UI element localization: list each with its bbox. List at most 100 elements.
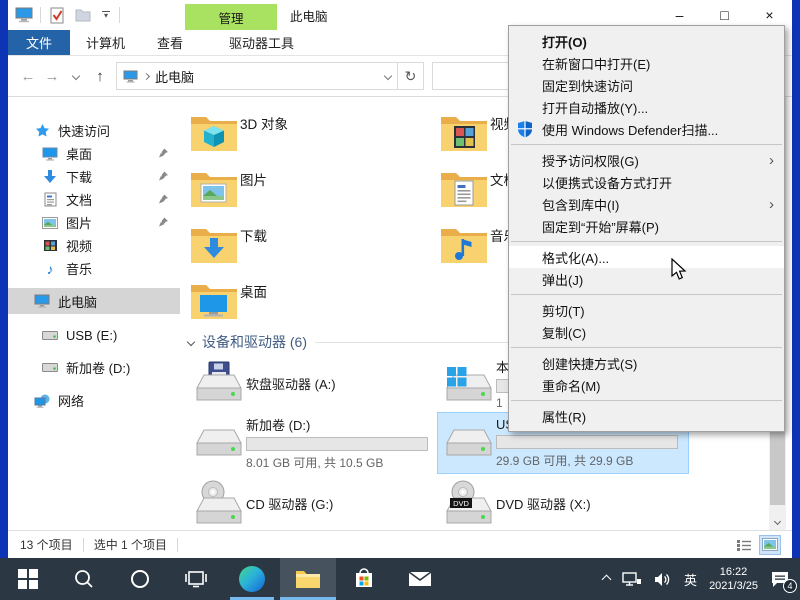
tab-view[interactable]: 查看 — [141, 30, 199, 55]
sidebar-item-quick-access[interactable]: 快速访问 — [8, 119, 180, 142]
taskbar-edge-button[interactable] — [224, 558, 280, 600]
cortana-button[interactable] — [112, 558, 168, 600]
tab-file[interactable]: 文件 — [8, 30, 70, 55]
customize-qat-dropdown-icon[interactable]: ▾ — [99, 11, 113, 19]
notification-badge: 4 — [783, 579, 797, 593]
windows-logo-icon — [18, 569, 38, 589]
folder-tile-downloads[interactable]: 下载 — [188, 217, 438, 273]
menu-item-pin-quick-access[interactable]: 固定到快速访问 — [509, 74, 784, 96]
folder-tile-3d-objects[interactable]: 3D 对象 — [188, 105, 438, 161]
mail-icon — [408, 570, 432, 588]
menu-separator — [511, 144, 782, 145]
properties-button[interactable] — [47, 5, 67, 25]
search-icon — [73, 568, 95, 590]
up-button[interactable]: ↑ — [88, 63, 112, 89]
ime-indicator[interactable]: 英 — [684, 570, 697, 589]
drive-tile-dvd-x[interactable]: DVD DVD 驱动器 (X:) — [438, 473, 688, 530]
navigation-pane: 快速访问 桌面 下载 文档 图片 — [8, 97, 180, 530]
menu-item-open-new-window[interactable]: 在新窗口中打开(E) — [509, 52, 784, 74]
sidebar-item-pictures[interactable]: 图片 — [8, 211, 180, 234]
task-view-button[interactable] — [168, 558, 224, 600]
sidebar-item-documents[interactable]: 文档 — [8, 188, 180, 211]
back-button[interactable]: ← — [16, 63, 40, 89]
menu-item-copy[interactable]: 复制(C) — [509, 321, 784, 343]
sidebar-item-this-pc[interactable]: 此电脑 — [8, 288, 180, 314]
sidebar-item-usb-e[interactable]: USB (E:) — [8, 324, 180, 347]
store-icon — [353, 568, 375, 590]
this-pc-icon — [123, 70, 138, 83]
tab-drive-tools[interactable]: 驱动器工具 — [213, 30, 310, 55]
hard-drive-icon — [192, 426, 246, 460]
folder-downloads-icon — [188, 225, 240, 265]
section-collapse-chevron-icon[interactable] — [187, 338, 195, 346]
menu-item-portable-device[interactable]: 以便携式设备方式打开 — [509, 171, 784, 193]
quick-access-star-icon — [34, 123, 50, 139]
menu-separator — [511, 347, 782, 348]
menu-item-autoplay[interactable]: 打开自动播放(Y)... — [509, 96, 784, 118]
drive-tile-floppy-a[interactable]: 软盘驱动器 (A:) — [188, 353, 438, 413]
menu-item-properties[interactable]: 属性(R) — [509, 405, 784, 427]
network-icon — [34, 393, 50, 409]
window-system-icon[interactable] — [14, 5, 34, 25]
menu-item-pin-to-start[interactable]: 固定到“开始”屏幕(P) — [509, 215, 784, 237]
drive-icon — [42, 328, 58, 344]
video-icon — [42, 238, 58, 254]
sidebar-item-downloads[interactable]: 下载 — [8, 165, 180, 188]
recent-locations-dropdown-icon[interactable] — [64, 63, 88, 89]
menu-separator — [511, 294, 782, 295]
sidebar-item-network[interactable]: 网络 — [8, 389, 180, 412]
selected-count: 选中 1 个项目 — [94, 536, 167, 553]
clock-date: 2021/3/25 — [709, 579, 758, 593]
pin-icon — [159, 215, 180, 230]
taskbar-clock[interactable]: 16:22 2021/3/25 — [709, 565, 758, 594]
submenu-arrow-icon: › — [769, 197, 774, 212]
sidebar-item-videos[interactable]: 视频 — [8, 234, 180, 257]
menu-item-grant-access[interactable]: 授予访问权限(G)› — [509, 149, 784, 171]
system-tray: 英 16:22 2021/3/25 4 — [603, 558, 800, 600]
taskbar-mail-button[interactable] — [392, 558, 448, 600]
contextual-tab-group-manage[interactable]: 管理 — [185, 4, 277, 30]
refresh-button[interactable]: ↻ — [398, 62, 424, 90]
menu-item-format[interactable]: 格式化(A)... — [509, 246, 784, 268]
address-bar[interactable]: 此电脑 — [116, 62, 398, 90]
task-view-icon — [185, 570, 207, 588]
sidebar-item-desktop[interactable]: 桌面 — [8, 142, 180, 165]
new-folder-button[interactable] — [73, 5, 93, 25]
show-hidden-icons-chevron[interactable] — [603, 570, 610, 588]
desktop-icon — [42, 146, 58, 162]
tab-computer[interactable]: 计算机 — [70, 30, 141, 55]
menu-item-include-in-library[interactable]: 包含到库中(I)› — [509, 193, 784, 215]
windows-drive-icon — [442, 361, 496, 405]
taskbar-explorer-button[interactable] — [280, 558, 336, 600]
folder-tile-pictures[interactable]: 图片 — [188, 161, 438, 217]
menu-item-create-shortcut[interactable]: 创建快捷方式(S) — [509, 352, 784, 374]
drive-tile-cd-g[interactable]: CD 驱动器 (G:) — [188, 473, 438, 530]
sidebar-item-new-volume-d[interactable]: 新加卷 (D:) — [8, 356, 180, 379]
capacity-bar — [246, 437, 428, 451]
menu-item-open[interactable]: 打开(O) — [509, 30, 784, 52]
scroll-down-icon[interactable] — [769, 513, 786, 530]
address-dropdown-icon[interactable] — [384, 72, 392, 80]
menu-item-cut[interactable]: 剪切(T) — [509, 299, 784, 321]
folder-music-icon — [438, 225, 490, 265]
sidebar-item-music[interactable]: ♪ 音乐 — [8, 257, 180, 280]
breadcrumb-path[interactable]: 此电脑 — [155, 67, 194, 86]
start-button[interactable] — [0, 558, 56, 600]
taskbar-search-button[interactable] — [56, 558, 112, 600]
folder-tile-desktop[interactable]: 桌面 — [188, 273, 438, 329]
taskbar: 英 16:22 2021/3/25 4 — [0, 558, 800, 600]
drive-tile-new-volume-d[interactable]: 新加卷 (D:) 8.01 GB 可用, 共 10.5 GB — [188, 413, 438, 473]
menu-item-rename[interactable]: 重命名(M) — [509, 374, 784, 396]
menu-item-eject[interactable]: 弹出(J) — [509, 268, 784, 290]
menu-item-defender-scan[interactable]: 使用 Windows Defender扫描... — [509, 118, 784, 140]
volume-icon[interactable] — [654, 572, 672, 587]
taskbar-store-button[interactable] — [336, 558, 392, 600]
forward-button[interactable]: → — [40, 63, 64, 89]
details-view-button[interactable] — [734, 536, 754, 554]
network-icon[interactable] — [622, 571, 642, 587]
computer-icon — [34, 293, 50, 309]
menu-separator — [511, 400, 782, 401]
action-center-button[interactable]: 4 — [770, 571, 790, 588]
music-icon: ♪ — [42, 261, 58, 277]
large-icons-view-button[interactable] — [760, 536, 780, 554]
